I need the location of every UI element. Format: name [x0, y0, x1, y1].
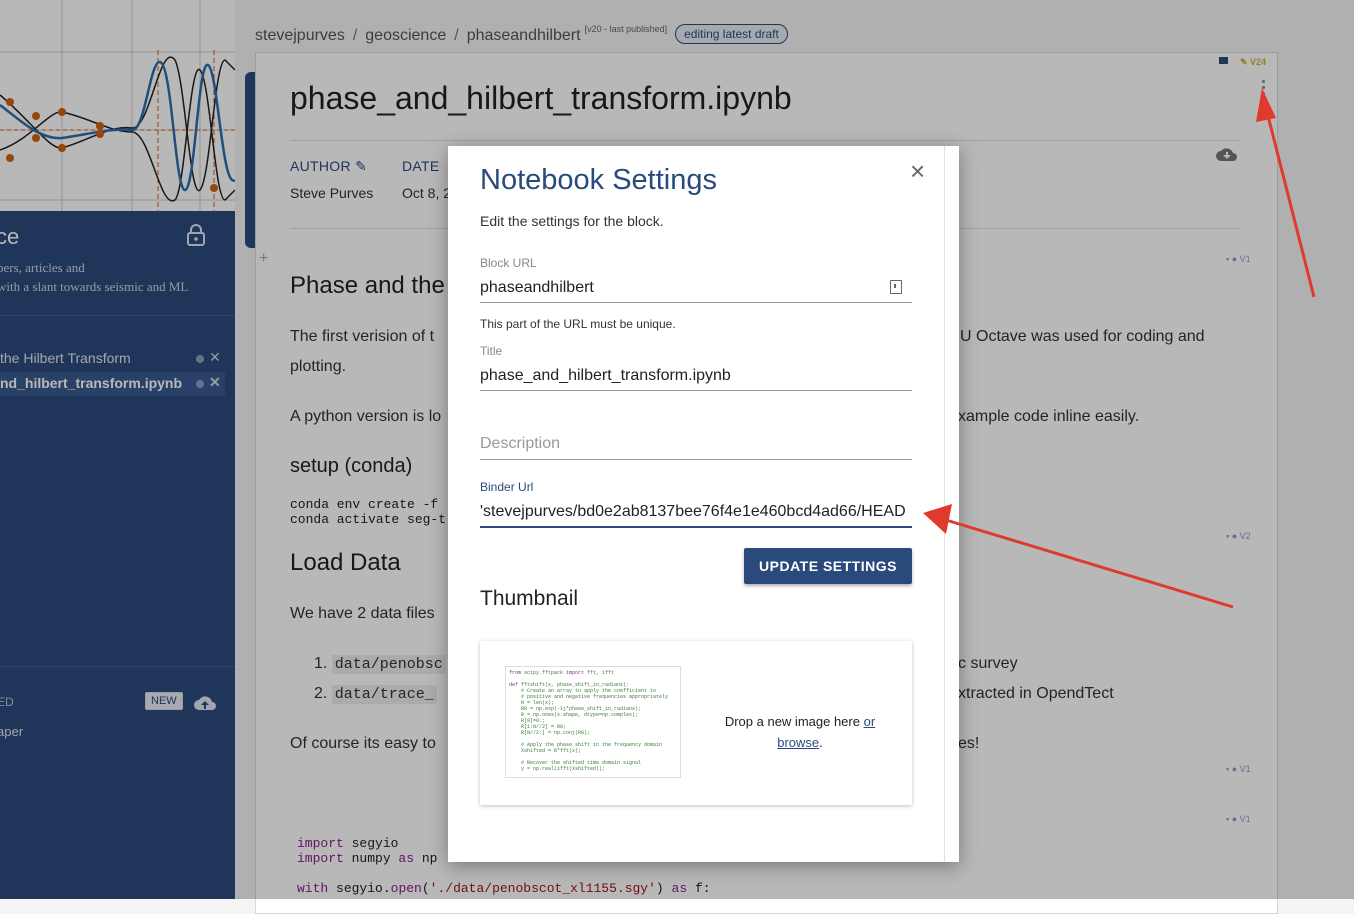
annotation-arrow — [923, 504, 1234, 609]
annotation-arrows — [923, 88, 1316, 609]
annotation-arrow — [1256, 88, 1316, 298]
